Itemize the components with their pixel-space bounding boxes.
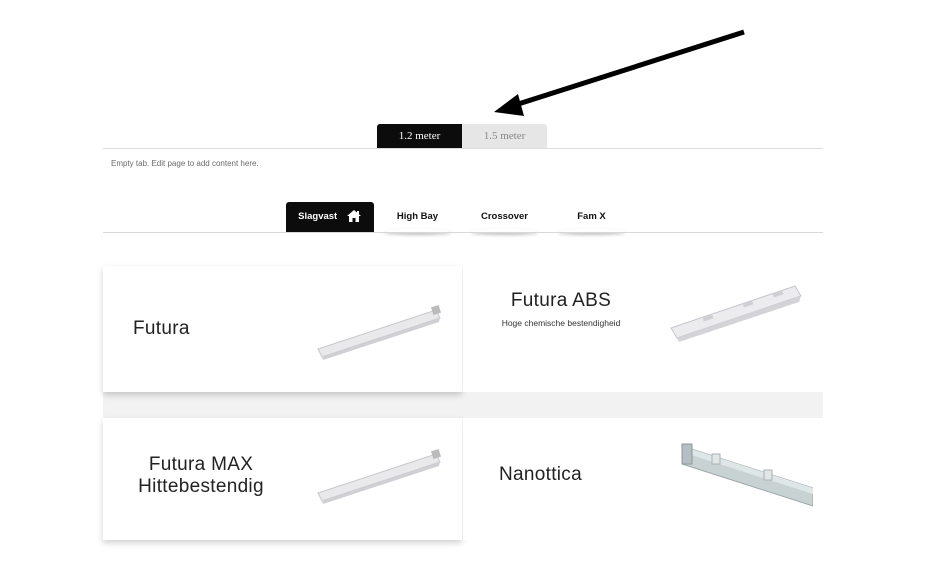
product-title: Futura [133, 318, 190, 339]
tab-high-bay[interactable]: High Bay [374, 202, 461, 232]
product-card-futura-abs[interactable]: Futura ABS Hoge chemische bestendigheid [463, 266, 823, 392]
product-card-nanottica[interactable]: Nanottica [463, 418, 823, 540]
annotation-arrow [494, 29, 745, 116]
product-title: Futura ABS [510, 290, 612, 311]
tab-crossover[interactable]: Crossover [461, 202, 548, 232]
product-title-line1: Futura MAX [148, 454, 254, 475]
tab-fam-x[interactable]: Fam X [548, 202, 635, 232]
product-subtitle: Hoge chemische bestendigheid [501, 318, 621, 328]
product-title: Nanottica [499, 464, 582, 485]
category-tabs: Slagvast High Bay Crossover Fam X [286, 202, 635, 232]
product-card-futura[interactable]: Futura [103, 266, 462, 392]
lamp-image [317, 304, 442, 360]
category-divider [103, 232, 823, 233]
home-icon [346, 210, 361, 223]
lamp-image [317, 448, 442, 504]
product-title-line2: Hittebestendig [138, 476, 264, 497]
tab-slagvast-label: Slagvast [298, 211, 338, 222]
tab-1-2-meter[interactable]: 1.2 meter [377, 124, 462, 148]
tab-slagvast[interactable]: Slagvast [286, 202, 374, 232]
lamp-image [670, 285, 802, 342]
product-card-futura-max[interactable]: Futura MAX Hittebestendig [103, 418, 462, 540]
lamp-image [681, 443, 813, 507]
tab-1-5-meter[interactable]: 1.5 meter [462, 124, 547, 148]
length-tabs: 1.2 meter 1.5 meter [377, 124, 547, 148]
tabs-divider [103, 148, 823, 149]
empty-tab-note: Empty tab. Edit page to add content here… [111, 159, 259, 168]
grid-gap [103, 392, 823, 418]
product-title: Futura MAX Hittebestendig [121, 454, 281, 498]
